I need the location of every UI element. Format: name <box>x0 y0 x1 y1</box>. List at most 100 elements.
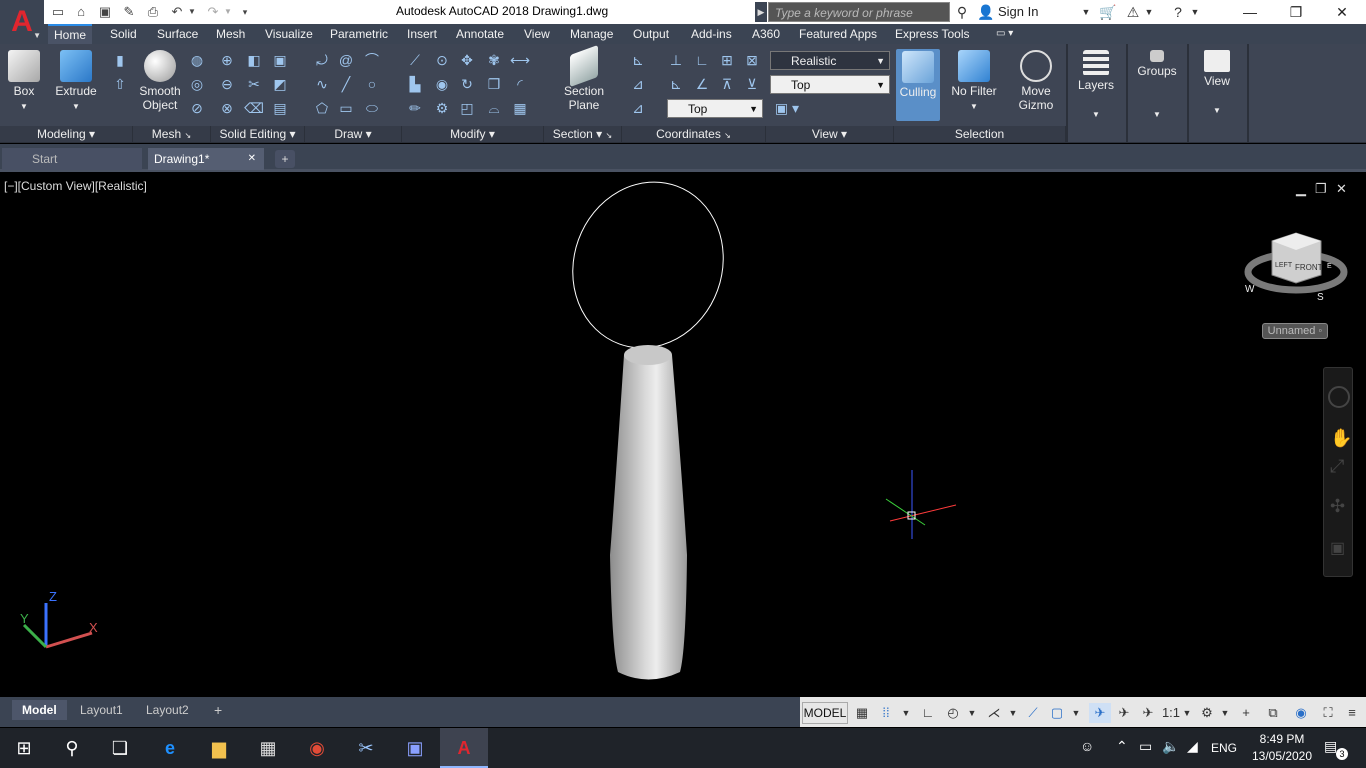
rotate-icon[interactable]: ↻ <box>457 74 477 94</box>
ucs-world-icon[interactable]: ⊥ <box>666 50 686 70</box>
task-view-icon[interactable]: ❏ <box>96 728 144 768</box>
panel-view-title[interactable]: View ▾ <box>766 126 894 142</box>
ribbon-minimize-toggle[interactable]: ▭ ▾ <box>990 24 1019 44</box>
ucs-zaxis-icon[interactable]: ⊻ <box>742 74 762 94</box>
ucs-icon[interactable]: ⊾ <box>628 50 648 70</box>
orbit-icon[interactable]: ✣ <box>1330 496 1345 517</box>
close-button[interactable]: ✕ <box>1319 0 1365 24</box>
sign-in-dropdown-icon[interactable]: ▼ <box>1080 2 1092 22</box>
ucs-named-icon[interactable]: ⊿ <box>628 98 648 118</box>
panel-draw-title[interactable]: Draw ▾ <box>305 126 402 142</box>
mesh-smooth-less-icon[interactable]: ◎ <box>187 74 207 94</box>
intersect-icon[interactable]: ⊗ <box>217 98 237 118</box>
compass-s-label[interactable]: S <box>1317 292 1324 303</box>
search-input[interactable]: Type a keyword or phrase <box>768 2 950 22</box>
application-menu-button[interactable]: A ▼ <box>0 0 44 44</box>
erase-icon[interactable]: ⚙ <box>432 98 452 118</box>
separate-icon[interactable]: ▤ <box>270 98 290 118</box>
new-icon[interactable]: ▭ <box>48 3 68 21</box>
extract-edges-icon[interactable]: ◩ <box>270 74 290 94</box>
annotation-scale-dropdown-icon[interactable]: ▼ <box>1181 703 1193 723</box>
panel-modify-title[interactable]: Modify ▾ <box>402 126 544 142</box>
trim-icon[interactable]: ⟋ <box>405 50 425 70</box>
tray-overflow-icon[interactable]: ⌃ <box>1116 738 1128 755</box>
autodesk-app-store-icon[interactable]: 🛒 <box>1098 2 1118 22</box>
array-dropdown-icon[interactable]: ▦ <box>510 98 530 118</box>
stay-connected-dropdown-icon[interactable]: ▼ <box>1144 2 1154 22</box>
restore-button[interactable]: ❐ <box>1273 0 1319 24</box>
ucs-origin-icon[interactable]: ⊾ <box>666 74 686 94</box>
tab-layout2[interactable]: Layout2 <box>136 700 199 720</box>
panel-coordinates-title[interactable]: Coordinates ↘ <box>622 126 766 142</box>
ucs-face-icon[interactable]: ∠ <box>692 74 712 94</box>
file-explorer-icon[interactable]: ▆ <box>195 728 243 768</box>
plot-icon[interactable]: ⎙ <box>143 3 163 21</box>
minimize-button[interactable]: — <box>1227 0 1273 24</box>
tab-output[interactable]: Output <box>627 24 675 44</box>
close-tab-icon[interactable]: ✕ <box>248 148 256 170</box>
panel-section-title[interactable]: Section ▾ ↘ <box>544 126 622 142</box>
subtract-icon[interactable]: ⊖ <box>217 74 237 94</box>
tab-model[interactable]: Model <box>12 700 67 720</box>
search-icon[interactable]: ⚲ <box>48 728 96 768</box>
object-snap-tracking-icon[interactable]: ⟋ <box>1023 703 1043 723</box>
ellipse-icon[interactable]: ⬭ <box>362 98 382 118</box>
model-space-button[interactable]: MODEL <box>802 702 848 724</box>
rectangle-icon[interactable]: ▭ <box>336 98 356 118</box>
move-icon[interactable]: ✥ <box>457 50 477 70</box>
infocenter-collapse-icon[interactable]: ▶ <box>755 2 767 22</box>
solid-history-icon[interactable]: ▣ <box>270 50 290 70</box>
ucs-y-icon[interactable]: ⊠ <box>742 50 762 70</box>
tab-solid[interactable]: Solid <box>104 24 143 44</box>
snap-icon[interactable]: ⁞⁞ <box>876 703 896 723</box>
screen-recorder-icon[interactable]: ▣ <box>391 728 439 768</box>
tab-annotate[interactable]: Annotate <box>450 24 510 44</box>
binoculars-icon[interactable]: ⚲ <box>952 2 972 22</box>
new-tab-icon[interactable]: + <box>275 150 295 168</box>
isodraft-dropdown-icon[interactable]: ▼ <box>1006 703 1020 723</box>
no-filter-button[interactable]: No Filter ▼ <box>946 50 1002 114</box>
network-icon[interactable]: ◢ <box>1187 738 1198 755</box>
save-as-icon[interactable]: ✎ <box>119 3 139 21</box>
language-indicator[interactable]: ENG <box>1211 741 1237 755</box>
workspace-dropdown-icon[interactable]: ▼ <box>1219 703 1231 723</box>
units-icon[interactable]: ⧉ <box>1262 703 1284 723</box>
polyline-icon[interactable]: ⤾ <box>312 50 332 70</box>
panel-solid-editing-title[interactable]: Solid Editing ▾ <box>211 126 305 142</box>
customize-qat-icon[interactable]: ▾ <box>238 3 252 21</box>
zoom-icon[interactable]: ⤢ <box>1330 456 1344 477</box>
help-dropdown-icon[interactable]: ▼ <box>1190 2 1200 22</box>
isodraft-icon[interactable]: ⋌ <box>983 703 1005 723</box>
customization-icon[interactable]: ≡ <box>1341 703 1363 723</box>
fillet-icon[interactable]: ◜ <box>510 74 530 94</box>
groups-button[interactable]: Groups ▼ <box>1132 50 1182 138</box>
explode-icon[interactable]: ✾ <box>484 50 504 70</box>
save-icon[interactable]: ▣ <box>95 3 115 21</box>
grid-icon[interactable]: ▦ <box>852 703 872 723</box>
box-button[interactable]: Box ▼ <box>4 50 44 114</box>
slice-icon[interactable]: ◧ <box>244 50 264 70</box>
clock[interactable]: 8:49 PM 13/05/2020 <box>1244 731 1320 765</box>
view-button[interactable]: View ▼ <box>1193 50 1241 138</box>
tab-mesh[interactable]: Mesh <box>210 24 251 44</box>
volume-icon[interactable]: 🔈 <box>1162 738 1179 755</box>
snipping-tool-icon[interactable]: ✂ <box>342 728 390 768</box>
revolved-solid-object[interactable] <box>610 355 687 680</box>
open-icon[interactable]: ⌂ <box>71 3 91 21</box>
scale-icon[interactable]: ◰ <box>457 98 477 118</box>
redo-dropdown-icon[interactable]: ▼ <box>222 3 234 21</box>
polysolid-icon[interactable]: ▮ <box>110 50 130 70</box>
annotation-scale-value[interactable]: 1:1 <box>1160 703 1182 723</box>
ucs-z-icon[interactable]: ⊼ <box>717 74 737 94</box>
tab-featured-apps[interactable]: Featured Apps <box>793 24 883 44</box>
tab-manage[interactable]: Manage <box>564 24 619 44</box>
doc-tab-start[interactable]: Start <box>2 148 142 170</box>
imprint-icon[interactable]: ⌫ <box>244 98 264 118</box>
arc-icon[interactable]: ⌒ <box>362 50 382 70</box>
layers-button[interactable]: Layers ▼ <box>1072 50 1120 138</box>
polygon-icon[interactable]: ⬠ <box>312 98 332 118</box>
polar-icon[interactable]: ◴ <box>943 703 963 723</box>
compass-e-label[interactable]: E <box>1327 263 1332 270</box>
circle-icon[interactable]: ○ <box>362 74 382 94</box>
extrude-button[interactable]: Extrude ▼ <box>50 50 102 114</box>
